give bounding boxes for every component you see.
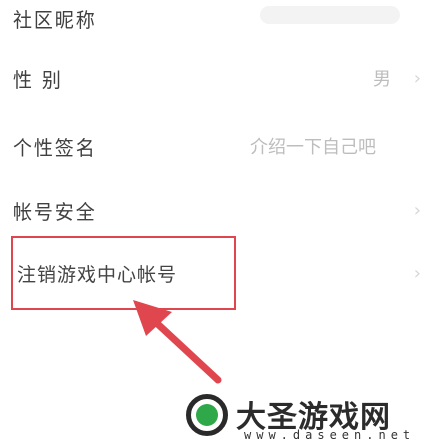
site-logo-icon xyxy=(186,394,228,436)
watermark-url: www.daseen.net xyxy=(244,428,416,442)
red-arrow-annotation xyxy=(133,300,222,384)
site-watermark: 大圣游戏网 www.daseen.net xyxy=(184,392,431,448)
